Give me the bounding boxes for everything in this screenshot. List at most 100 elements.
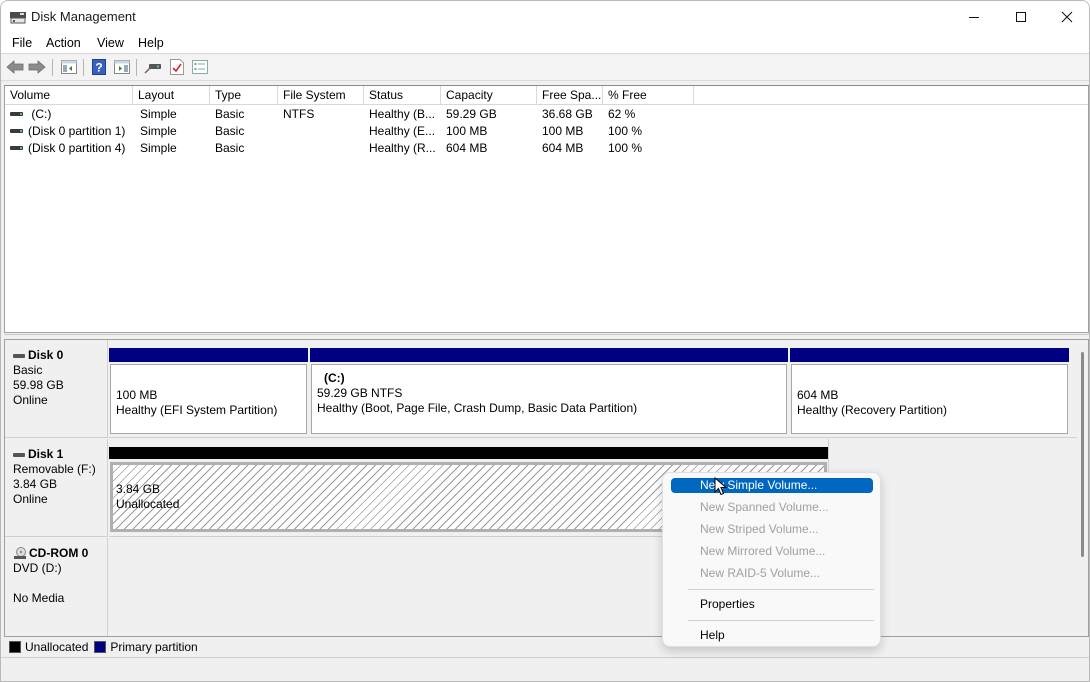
- volume-percent-free: 100 %: [608, 124, 643, 138]
- column-header-free-space[interactable]: Free Spa...: [537, 86, 603, 105]
- minimize-button[interactable]: [951, 1, 997, 32]
- volume-name: (Disk 0 partition 4): [28, 141, 126, 155]
- maximize-button[interactable]: [998, 1, 1044, 32]
- disk-size: 59.98 GB: [13, 378, 64, 392]
- toolbar-separator: [136, 59, 137, 76]
- legend-primary-partition: Primary partition: [94, 640, 198, 654]
- menu-action[interactable]: Action: [46, 36, 81, 50]
- settings-list-button[interactable]: [190, 58, 210, 76]
- column-header-type[interactable]: Type: [210, 86, 278, 105]
- volume-row-disk0-partition4[interactable]: (Disk 0 partition 4) Simple Basic Health…: [5, 140, 1088, 157]
- volume-file-system: [278, 123, 364, 140]
- volume-name: (Disk 0 partition 1): [28, 124, 126, 138]
- volume-type: Basic: [215, 124, 245, 138]
- volume-capacity: 100 MB: [446, 124, 488, 138]
- drive-connect-icon: [144, 64, 161, 74]
- action-pane-icon: [114, 60, 130, 74]
- partition-status: Healthy (EFI System Partition): [116, 403, 278, 417]
- column-header-capacity[interactable]: Capacity: [441, 86, 537, 105]
- unallocated-swatch: [9, 641, 21, 653]
- partition-status: Healthy (Recovery Partition): [797, 403, 948, 417]
- volume-type: Basic: [215, 141, 245, 155]
- back-button[interactable]: [5, 58, 25, 76]
- volume-status: Healthy (B...: [369, 107, 436, 121]
- volume-status: Healthy (E...: [369, 124, 436, 138]
- forward-button[interactable]: [27, 58, 47, 76]
- volume-layout: Simple: [140, 124, 177, 138]
- menu-separator: [688, 620, 874, 621]
- volume-file-system: NTFS: [283, 107, 315, 121]
- toolbar-separator: [52, 59, 53, 76]
- show-hide-action-pane-button[interactable]: [112, 58, 132, 76]
- volume-free-space: 36.68 GB: [542, 107, 593, 121]
- close-button[interactable]: [1044, 1, 1089, 32]
- disk-name: Disk 1: [28, 447, 64, 461]
- back-arrow-icon: [6, 60, 24, 74]
- volume-row-disk0-partition1[interactable]: (Disk 0 partition 1) Simple Basic Health…: [5, 123, 1088, 140]
- volume-layout: Simple: [140, 107, 177, 121]
- menu-view[interactable]: View: [97, 36, 124, 50]
- connect-drive-button[interactable]: [143, 58, 163, 76]
- disk-type: Basic: [13, 363, 43, 377]
- disk-0-label[interactable]: Disk 0 Basic 59.98 GB Online: [5, 340, 108, 438]
- volume-percent-free: 100 %: [608, 141, 643, 155]
- close-icon: [1061, 11, 1073, 22]
- cdrom-0-row: CD-ROM 0 DVD (D:) No Media: [5, 538, 1077, 636]
- volume-percent-free: 62 %: [608, 107, 636, 121]
- disk-graphical-view: Disk 0 Basic 59.98 GB Online 100 MB Heal…: [4, 339, 1089, 637]
- vertical-scrollbar[interactable]: [1081, 352, 1084, 557]
- properties-button[interactable]: [167, 58, 187, 76]
- toolbar-separator: [83, 59, 84, 76]
- svg-text:?: ?: [95, 61, 102, 75]
- context-menu: New Simple Volume... New Spanned Volume.…: [662, 472, 881, 647]
- maximize-icon: [1016, 11, 1026, 22]
- volume-icon: [10, 111, 23, 116]
- disk-management-window: Disk Management File Action View Help ?: [0, 0, 1090, 682]
- status-bar: [1, 657, 1089, 681]
- forward-arrow-icon: [28, 60, 46, 74]
- legend: Unallocated Primary partition: [4, 638, 1089, 656]
- volume-layout: Simple: [140, 141, 177, 155]
- column-header-percent-free[interactable]: % Free: [603, 86, 694, 105]
- title-bar: Disk Management: [1, 1, 1089, 32]
- disk-state: Online: [13, 492, 48, 506]
- column-header-status[interactable]: Status: [364, 86, 441, 105]
- menu-item-properties[interactable]: Properties: [671, 597, 873, 612]
- menu-file[interactable]: File: [12, 36, 32, 50]
- partition-size: 100 MB: [116, 388, 158, 402]
- menu-item-new-simple-volume[interactable]: New Simple Volume...: [671, 478, 873, 493]
- disk-type: DVD (D:): [13, 561, 62, 575]
- menu-bar: File Action View Help: [1, 32, 1089, 54]
- help-button[interactable]: ?: [89, 58, 109, 76]
- pane-splitter[interactable]: [4, 334, 1089, 338]
- cd-rom-icon: [14, 547, 26, 559]
- disk-type: Removable (F:): [13, 462, 96, 476]
- disk-name: Disk 0: [28, 348, 64, 362]
- volume-row-c[interactable]: (C:) Simple Basic NTFS Healthy (B... 59.…: [5, 106, 1088, 123]
- console-tree-icon: [61, 60, 77, 74]
- volume-icon: [10, 128, 23, 133]
- menu-item-help[interactable]: Help: [671, 628, 873, 643]
- volume-type: Basic: [215, 107, 245, 121]
- partition-size: 59.29 GB NTFS: [317, 386, 403, 400]
- volume-name: (C:): [28, 107, 52, 121]
- volume-free-space: 100 MB: [542, 124, 584, 138]
- primary-partition-bar: [790, 348, 1069, 362]
- show-hide-console-tree-button[interactable]: [59, 58, 79, 76]
- minimize-icon: [969, 16, 979, 18]
- toolbar: ?: [1, 54, 1089, 81]
- disk-size: 3.84 GB: [13, 477, 58, 491]
- menu-item-new-spanned-volume: New Spanned Volume...: [700, 500, 829, 514]
- menu-item-new-striped-volume: New Striped Volume...: [700, 522, 819, 536]
- column-header-layout[interactable]: Layout: [133, 86, 210, 105]
- menu-help[interactable]: Help: [138, 36, 164, 50]
- disk-management-app-icon: [10, 12, 26, 24]
- column-header-file-system[interactable]: File System: [278, 86, 364, 105]
- checklist-document-icon: [170, 59, 184, 75]
- disk-1-label[interactable]: Disk 1 Removable (F:) 3.84 GB Online: [5, 439, 108, 537]
- disk-icon: [13, 452, 25, 457]
- column-header-volume[interactable]: Volume: [5, 86, 133, 105]
- volume-list[interactable]: Volume Layout Type File System Status Ca…: [4, 85, 1089, 333]
- cdrom-0-label[interactable]: CD-ROM 0 DVD (D:) No Media: [5, 538, 108, 636]
- disk-1-row: Disk 1 Removable (F:) 3.84 GB Online 3.8…: [5, 439, 1077, 537]
